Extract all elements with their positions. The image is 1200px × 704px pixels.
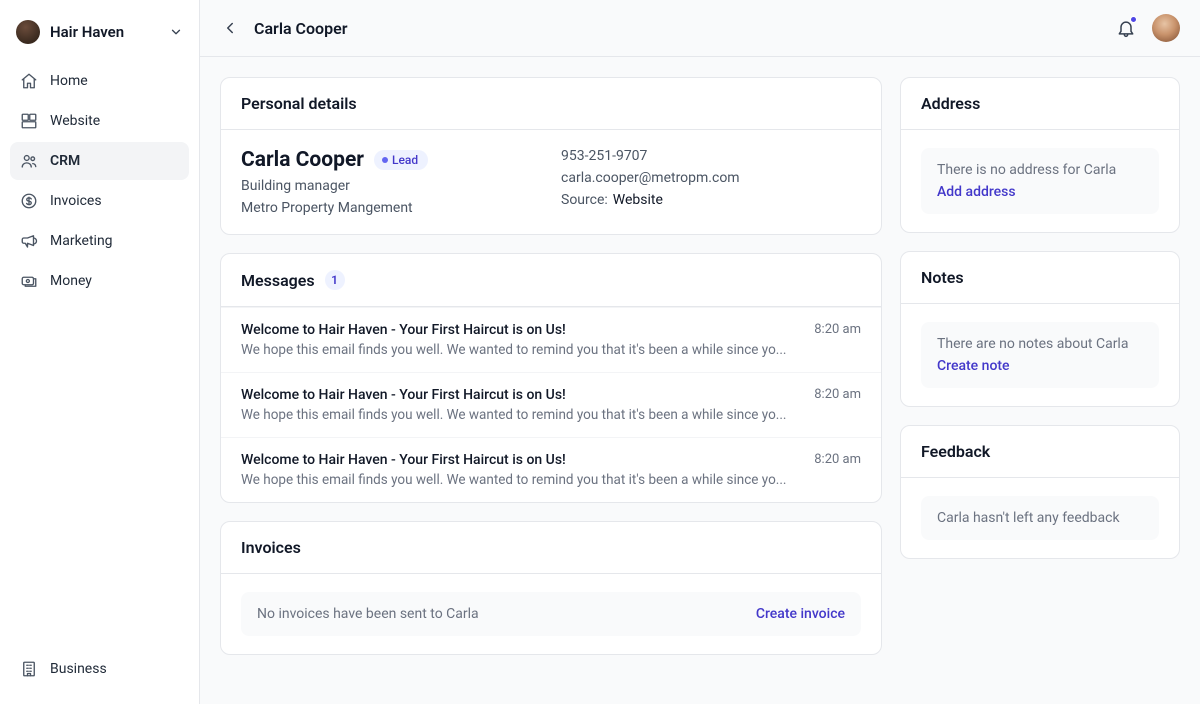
- messages-title: Messages: [241, 271, 315, 290]
- user-avatar[interactable]: [1152, 14, 1180, 42]
- chevron-down-icon: [169, 25, 183, 39]
- content: Personal details Carla Cooper Lead Build…: [200, 57, 1200, 704]
- message-item[interactable]: Welcome to Hair Haven - Your First Hairc…: [221, 372, 881, 437]
- nav-website[interactable]: Website: [10, 102, 189, 140]
- cash-icon: [20, 272, 38, 290]
- invoices-card: Invoices No invoices have been sent to C…: [220, 521, 882, 655]
- address-empty-text: There is no address for Carla: [937, 162, 1116, 178]
- feedback-card: Feedback Carla hasn't left any feedback: [900, 425, 1180, 559]
- building-icon: [20, 660, 38, 678]
- left-column: Personal details Carla Cooper Lead Build…: [220, 77, 882, 655]
- message-subject: Welcome to Hair Haven - Your First Hairc…: [241, 452, 566, 468]
- contact-company: Metro Property Mangement: [241, 200, 541, 216]
- contact-name: Carla Cooper: [241, 148, 364, 172]
- notes-card: Notes There are no notes about Carla Cre…: [900, 251, 1180, 407]
- dollar-circle-icon: [20, 192, 38, 210]
- message-item[interactable]: Welcome to Hair Haven - Your First Hairc…: [221, 307, 881, 372]
- nav-label: Business: [50, 661, 107, 677]
- back-button[interactable]: [220, 18, 240, 38]
- add-address-link[interactable]: Add address: [937, 184, 1016, 200]
- contact-phone: 953-251-9707: [561, 148, 861, 164]
- message-preview: We hope this email finds you well. We wa…: [241, 342, 861, 358]
- message-time: 8:20 am: [814, 322, 861, 338]
- message-item[interactable]: Welcome to Hair Haven - Your First Hairc…: [221, 437, 881, 502]
- topbar: Carla Cooper: [200, 0, 1200, 57]
- megaphone-icon: [20, 232, 38, 250]
- nav-label: Money: [50, 273, 92, 289]
- source-value: Website: [613, 192, 663, 208]
- main: Carla Cooper Personal details Carla Coop…: [200, 0, 1200, 704]
- address-title: Address: [901, 78, 1179, 130]
- feedback-empty-text: Carla hasn't left any feedback: [937, 510, 1120, 526]
- page-title: Carla Cooper: [254, 19, 1100, 38]
- feedback-title: Feedback: [901, 426, 1179, 478]
- message-preview: We hope this email finds you well. We wa…: [241, 472, 861, 488]
- create-note-link[interactable]: Create note: [937, 358, 1010, 374]
- invoices-empty-text: No invoices have been sent to Carla: [257, 606, 479, 622]
- nav-label: Home: [50, 73, 88, 89]
- notes-title: Notes: [901, 252, 1179, 304]
- message-subject: Welcome to Hair Haven - Your First Hairc…: [241, 322, 566, 338]
- message-subject: Welcome to Hair Haven - Your First Hairc…: [241, 387, 566, 403]
- layout-icon: [20, 112, 38, 130]
- contact-role: Building manager: [241, 178, 541, 194]
- invoices-title: Invoices: [221, 522, 881, 574]
- nav-invoices[interactable]: Invoices: [10, 182, 189, 220]
- notification-dot-icon: [1130, 16, 1137, 23]
- messages-list: Welcome to Hair Haven - Your First Hairc…: [221, 307, 881, 502]
- workspace-switcher[interactable]: Hair Haven: [0, 14, 199, 62]
- messages-count-badge: 1: [325, 270, 345, 290]
- users-icon: [20, 152, 38, 170]
- create-invoice-link[interactable]: Create invoice: [756, 606, 845, 622]
- nav-label: Invoices: [50, 193, 102, 209]
- personal-details-card: Personal details Carla Cooper Lead Build…: [220, 77, 882, 235]
- nav-money[interactable]: Money: [10, 262, 189, 300]
- status-badge: Lead: [374, 150, 428, 170]
- address-card: Address There is no address for Carla Ad…: [900, 77, 1180, 233]
- source-label: Source:: [561, 192, 608, 208]
- messages-card: Messages 1 Welcome to Hair Haven - Your …: [220, 253, 882, 503]
- home-icon: [20, 72, 38, 90]
- chevron-left-icon: [221, 19, 239, 37]
- personal-details-title: Personal details: [221, 78, 881, 130]
- sidebar-bottom: Business: [0, 650, 199, 690]
- nav-label: Marketing: [50, 233, 113, 249]
- nav-crm[interactable]: CRM: [10, 142, 189, 180]
- nav-marketing[interactable]: Marketing: [10, 222, 189, 260]
- contact-email: carla.cooper@metropm.com: [561, 170, 861, 186]
- sidebar-nav: Home Website CRM Invoices Marketing Mone…: [0, 62, 199, 650]
- notifications-button[interactable]: [1114, 16, 1138, 40]
- workspace-logo: [16, 20, 40, 44]
- message-time: 8:20 am: [814, 452, 861, 468]
- workspace-name: Hair Haven: [50, 23, 159, 41]
- nav-label: CRM: [50, 153, 80, 169]
- sidebar: Hair Haven Home Website CRM Invoices Mar…: [0, 0, 200, 704]
- message-preview: We hope this email finds you well. We wa…: [241, 407, 861, 423]
- nav-label: Website: [50, 113, 100, 129]
- message-time: 8:20 am: [814, 387, 861, 403]
- nav-home[interactable]: Home: [10, 62, 189, 100]
- right-column: Address There is no address for Carla Ad…: [900, 77, 1180, 655]
- notes-empty-text: There are no notes about Carla: [937, 336, 1128, 352]
- nav-business[interactable]: Business: [10, 650, 189, 688]
